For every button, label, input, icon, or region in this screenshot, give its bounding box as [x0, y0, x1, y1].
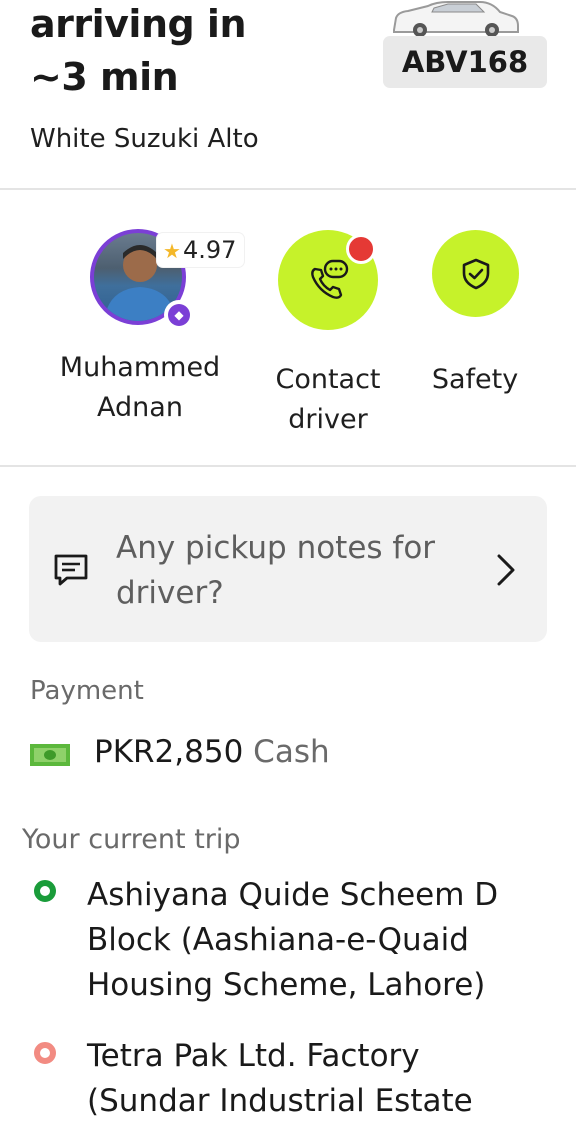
driver-name: Muhammed Adnan	[50, 348, 230, 428]
vehicle-name: White Suzuki Alto	[30, 124, 259, 154]
contact-label-line-1: Contact	[275, 364, 381, 395]
arrival-line-1: arriving in	[30, 2, 247, 46]
arrival-eta: arriving in ~3 min	[30, 0, 247, 106]
fare-amount: PKR2,850	[94, 734, 244, 770]
chevron-right-icon	[497, 554, 515, 586]
contact-driver-label[interactable]: Contact driver	[268, 360, 388, 440]
cash-icon	[30, 744, 70, 766]
pickup-notes-prompt: Any pickup notes for driver?	[116, 526, 466, 616]
pickup-notes-line-2: driver?	[116, 575, 224, 611]
payment-amount: PKR2,850 Cash	[94, 734, 330, 770]
payment-heading: Payment	[30, 676, 144, 706]
divider	[0, 465, 576, 467]
license-plate: ABV168	[383, 36, 547, 88]
current-trip-heading: Your current trip	[22, 824, 241, 855]
pickup-notes-button[interactable]: Any pickup notes for driver?	[29, 496, 547, 642]
divider	[0, 188, 576, 190]
driver-rating: ★4.97	[157, 233, 245, 267]
plus-badge-icon: ◆	[164, 300, 194, 330]
phone-chat-icon	[311, 259, 349, 299]
dropoff-marker-icon	[34, 1042, 56, 1064]
dropoff-line-2: (Sundar Industrial Estate	[87, 1083, 473, 1119]
driver-last-name: Adnan	[97, 392, 183, 423]
contact-label-line-2: driver	[288, 404, 368, 435]
arrival-line-2: ~3 min	[30, 55, 179, 99]
car-icon	[393, 0, 519, 37]
pickup-marker-icon	[34, 880, 56, 902]
pickup-line-2: Block (Aashiana-e-Quaid	[87, 922, 469, 958]
notification-dot	[346, 234, 376, 264]
driver-first-name: Muhammed	[59, 352, 221, 383]
pickup-line-1: Ashiyana Quide Scheem D	[87, 877, 499, 913]
shield-check-icon	[462, 258, 489, 289]
star-icon: ★	[163, 239, 181, 263]
pickup-line-3: Housing Scheme, Lahore)	[87, 967, 486, 1003]
message-icon	[54, 554, 88, 586]
safety-label[interactable]: Safety	[420, 360, 530, 400]
dropoff-address: Tetra Pak Ltd. Factory (Sundar Industria…	[87, 1034, 547, 1124]
safety-button[interactable]	[432, 230, 519, 317]
dropoff-line-1: Tetra Pak Ltd. Factory	[87, 1038, 420, 1074]
rating-value: 4.97	[182, 236, 237, 264]
payment-method: Cash	[253, 734, 330, 770]
pickup-address: Ashiyana Quide Scheem D Block (Aashiana-…	[87, 873, 547, 1008]
pickup-notes-line-1: Any pickup notes for	[116, 530, 436, 566]
